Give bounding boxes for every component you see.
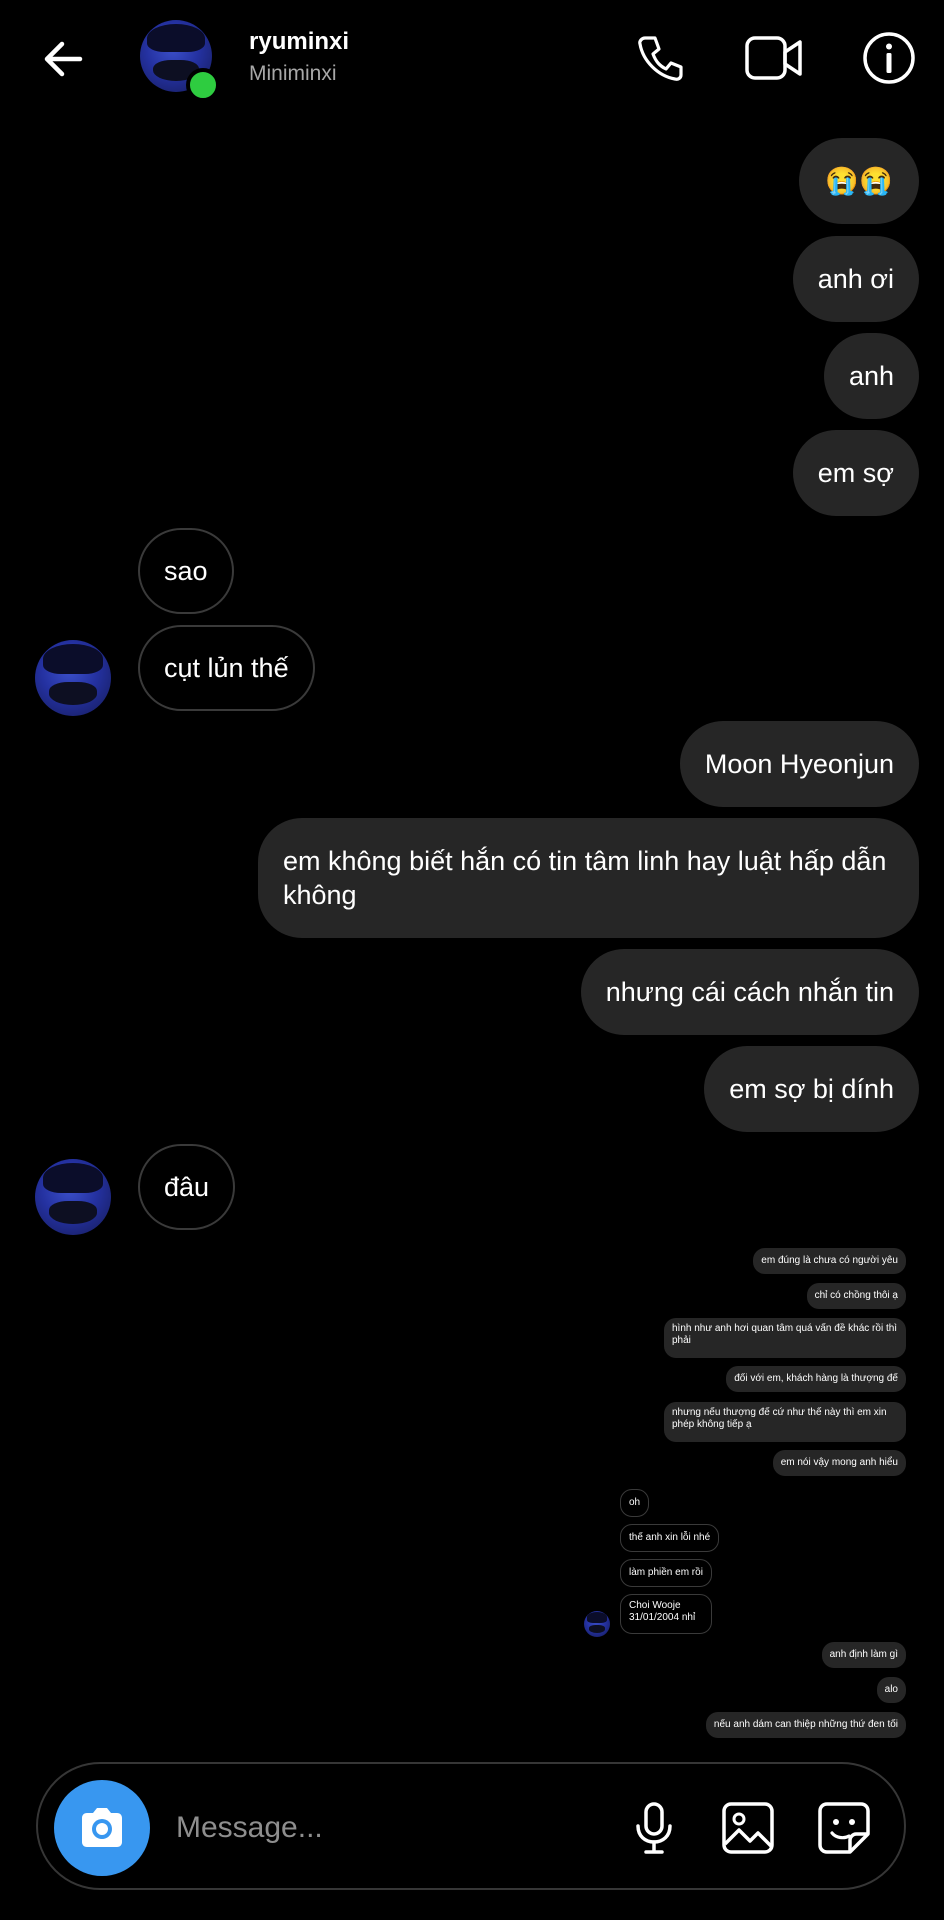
message-bubble-incoming[interactable]: sao: [138, 528, 234, 614]
mini-bubble: làm phiền em rồi: [620, 1559, 712, 1587]
mini-bubble: nếu anh dám can thiệp những thứ đen tối: [705, 1712, 906, 1738]
message-bubble-incoming[interactable]: đâu: [138, 1144, 236, 1230]
info-button[interactable]: [862, 31, 916, 85]
message-bubble-outgoing[interactable]: anh: [823, 333, 919, 419]
message-text: nhưng cái cách nhắn tin: [605, 977, 894, 1007]
chat-subtitle: Miniminxi: [249, 62, 337, 85]
video-call-button[interactable]: [744, 32, 804, 84]
voice-message-button[interactable]: [626, 1800, 682, 1856]
phone-icon: [638, 36, 683, 81]
info-icon: [863, 32, 915, 84]
message-text: em sợ: [817, 458, 894, 488]
sticker-button[interactable]: [816, 1800, 872, 1856]
message-bubble-outgoing[interactable]: em không biết hắn có tin tâm linh hay lu…: [258, 818, 919, 938]
message-text: em không biết hắn có tin tâm linh hay lu…: [283, 846, 887, 910]
sender-avatar[interactable]: [35, 640, 111, 716]
avatar[interactable]: [140, 20, 220, 102]
mini-bubble: Choi Wooje 31/01/2004 nhỉ: [620, 1594, 712, 1634]
sender-avatar[interactable]: [35, 1159, 111, 1235]
message-bubble-outgoing[interactable]: 😭😭: [799, 138, 919, 224]
arrow-left-icon: [44, 41, 83, 77]
mini-bubble: thế anh xin lỗi nhé: [620, 1524, 720, 1552]
mini-bubble: đối với em, khách hàng là thượng đế: [726, 1366, 906, 1392]
message-bubble-incoming[interactable]: cụt lủn thế: [138, 625, 315, 711]
message-bubble-outgoing[interactable]: em sợ bị dính: [704, 1046, 919, 1132]
online-status-dot: [186, 68, 220, 102]
message-text: sao: [164, 556, 208, 586]
message-text: cụt lủn thế: [164, 653, 289, 683]
message-bubble-outgoing[interactable]: anh ơi: [792, 236, 919, 322]
gallery-button[interactable]: [720, 1800, 776, 1856]
camera-button[interactable]: [54, 1780, 150, 1876]
message-composer: [36, 1762, 906, 1890]
mini-bubble: em đúng là chưa có người yêu: [753, 1248, 906, 1274]
mini-bubble: alo: [876, 1677, 906, 1703]
shared-screenshot-message[interactable]: em đúng là chưa có người yêu chỉ có chồn…: [572, 1242, 914, 1742]
message-input[interactable]: [174, 1802, 618, 1854]
message-bubble-outgoing[interactable]: Moon Hyeonjun: [679, 721, 919, 807]
sticker-icon: [818, 1802, 870, 1854]
mini-bubble: em nói vậy mong anh hiểu: [772, 1450, 906, 1476]
chat-username[interactable]: ryuminxi: [249, 28, 349, 56]
message-bubble-outgoing[interactable]: nhưng cái cách nhắn tin: [580, 949, 919, 1035]
microphone-icon: [636, 1802, 672, 1854]
video-camera-icon: [745, 36, 802, 80]
call-button[interactable]: [634, 32, 686, 84]
message-text: anh: [848, 361, 894, 391]
mini-avatar: [584, 1611, 610, 1637]
image-icon: [722, 1802, 774, 1854]
mini-bubble: oh: [620, 1489, 650, 1517]
message-bubble-outgoing[interactable]: em sợ: [792, 430, 919, 516]
mini-bubble: nhưng nếu thượng đế cứ như thế này thì e…: [664, 1402, 906, 1442]
mini-bubble: anh định làm gì: [821, 1642, 906, 1668]
message-text: 😭😭: [825, 166, 893, 196]
camera-icon: [82, 1808, 122, 1847]
message-text: anh ơi: [817, 264, 894, 294]
message-text: Moon Hyeonjun: [704, 749, 894, 779]
mini-bubble: hình như anh hơi quan tâm quá vấn đề khá…: [664, 1318, 906, 1358]
chat-header: ryuminxi Miniminxi: [0, 0, 944, 120]
message-text: đâu: [164, 1172, 210, 1202]
message-text: em sợ bị dính: [729, 1074, 894, 1104]
back-button[interactable]: [38, 34, 88, 84]
mini-bubble: chỉ có chồng thôi ạ: [806, 1283, 906, 1309]
